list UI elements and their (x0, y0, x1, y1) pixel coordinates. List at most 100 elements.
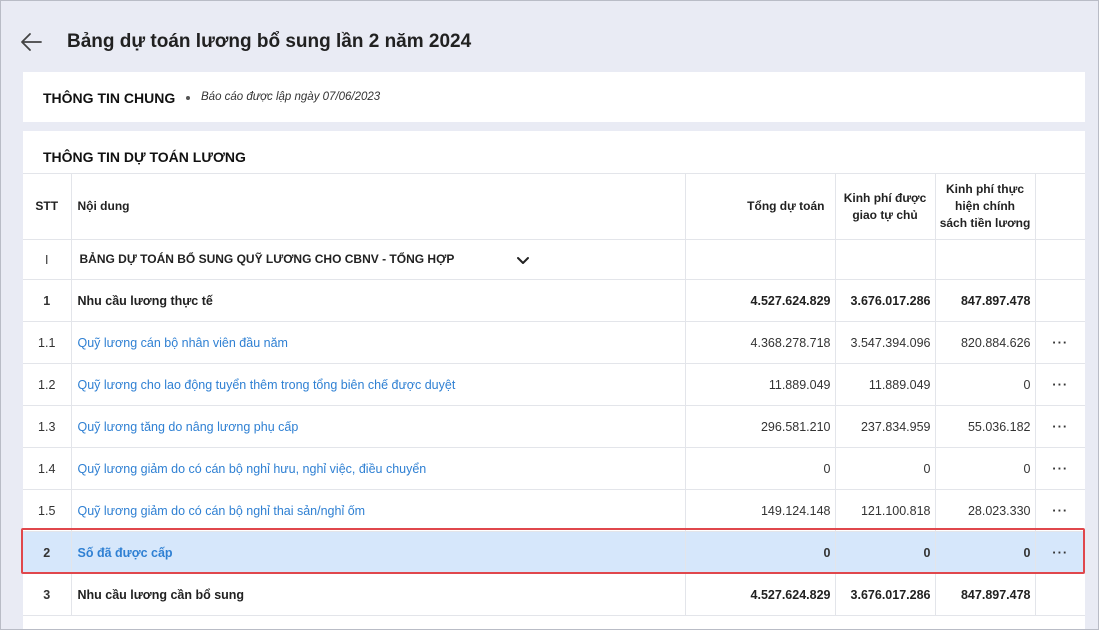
general-info-title: THÔNG TIN CHUNG (43, 90, 176, 106)
col-header-kp-auto: Kinh phí được giao tự chủ (835, 173, 936, 240)
page-header: Bảng dự toán lương bổ sung lần 2 năm 202… (1, 1, 1098, 71)
group-kp-auto-cell (835, 239, 936, 280)
row-content: Quỹ lương cán bộ nhân viên đầu năm (71, 321, 686, 364)
col-header-kp-policy-line2: hiện chính (955, 199, 1015, 213)
table-row: 1 Nhu cầu lương thực tế 4.527.624.829 3.… (23, 279, 1085, 322)
row-content-link[interactable]: Quỹ lương giảm do có cán bộ nghỉ hưu, ng… (78, 462, 427, 476)
col-header-kp-policy-line1: Kinh phí thực (945, 182, 1024, 196)
table-row: 1.5 Quỹ lương giảm do có cán bộ nghỉ tha… (23, 489, 1085, 532)
row-total: 4.527.624.829 (685, 279, 836, 322)
row-content-link[interactable]: Quỹ lương cho lao động tuyển thêm trong … (78, 378, 456, 392)
row-total: 149.124.148 (685, 489, 836, 532)
more-options-icon[interactable]: ··· (1052, 504, 1068, 517)
row-content-link[interactable]: Quỹ lương giảm do có cán bộ nghỉ thai sả… (78, 504, 366, 518)
bullet-dot-icon (186, 96, 190, 100)
budget-info-title: THÔNG TIN DỰ TOÁN LƯƠNG (43, 149, 246, 165)
row-stt: 1.1 (23, 321, 72, 364)
group-stt: I (23, 239, 72, 280)
chevron-down-icon[interactable] (516, 253, 530, 267)
row-total: 4.368.278.718 (685, 321, 836, 364)
row-content: Nhu cầu lương cần bổ sung (71, 573, 686, 616)
row-kp-policy: 55.036.182 (935, 405, 1036, 448)
row-content-text: Nhu cầu lương cần bổ sung (77, 587, 245, 602)
table-row: 1.1 Quỹ lương cán bộ nhân viên đầu năm 4… (23, 321, 1085, 364)
row-content: Quỹ lương tăng do nâng lương phụ cấp (71, 405, 686, 448)
row-content: Quỹ lương giảm do có cán bộ nghỉ hưu, ng… (71, 447, 686, 490)
row-kp-auto: 3.547.394.096 (835, 321, 936, 364)
table-row: 1.3 Quỹ lương tăng do nâng lương phụ cấp… (23, 405, 1085, 448)
row-content: Quỹ lương cho lao động tuyển thêm trong … (71, 363, 686, 406)
col-header-kp-policy: Kinh phí thực hiện chính sách tiền lương (935, 173, 1036, 240)
row-kp-policy: 847.897.478 (935, 279, 1036, 322)
row-actions-cell (1035, 279, 1085, 322)
row-total: 0 (685, 447, 836, 490)
table-row: 3 Nhu cầu lương cần bổ sung 4.527.624.82… (23, 573, 1085, 616)
page-title: Bảng dự toán lương bổ sung lần 2 năm 202… (67, 31, 472, 52)
more-options-icon[interactable]: ··· (1052, 462, 1068, 475)
table-row: 1.4 Quỹ lương giảm do có cán bộ nghỉ hưu… (23, 447, 1085, 490)
row-total: 11.889.049 (685, 363, 836, 406)
row-kp-auto: 121.100.818 (835, 489, 936, 532)
row-stt: 2 (23, 531, 72, 574)
row-kp-auto: 0 (835, 531, 936, 574)
row-actions-cell: ··· (1035, 447, 1085, 490)
row-total: 4.527.624.829 (685, 573, 836, 616)
row-kp-policy: 0 (935, 447, 1036, 490)
col-header-total: Tổng dự toán (685, 173, 836, 240)
group-cell: BẢNG DỰ TOÁN BỔ SUNG QUỸ LƯƠNG CHO CBNV … (71, 239, 686, 280)
col-header-kp-policy-line3: sách tiền lương (939, 216, 1031, 230)
general-info-card: THÔNG TIN CHUNG Báo cáo được lập ngày 07… (23, 72, 1085, 122)
group-actions-cell (1035, 239, 1085, 280)
row-actions-cell (1035, 573, 1085, 616)
row-kp-auto: 11.889.049 (835, 363, 936, 406)
row-kp-auto: 3.676.017.286 (835, 279, 936, 322)
col-header-kp-auto-line2: giao tự chủ (852, 207, 918, 222)
row-content-text: Nhu cầu lương thực tế (77, 293, 213, 308)
row-kp-auto: 237.834.959 (835, 405, 936, 448)
report-date-text: Báo cáo được lập ngày 07/06/2023 (201, 91, 381, 103)
row-kp-auto: 0 (835, 447, 936, 490)
row-content: Nhu cầu lương thực tế (71, 279, 686, 322)
row-content: Quỹ lương giảm do có cán bộ nghỉ thai sả… (71, 489, 686, 532)
row-content-link[interactable]: Quỹ lương tăng do nâng lương phụ cấp (78, 420, 299, 434)
row-stt: 1.3 (23, 405, 72, 448)
row-actions-cell: ··· (1035, 405, 1085, 448)
row-total: 296.581.210 (685, 405, 836, 448)
more-options-icon[interactable]: ··· (1052, 378, 1068, 391)
group-total-cell (685, 239, 836, 280)
more-options-icon[interactable]: ··· (1052, 546, 1068, 559)
back-button[interactable] (19, 29, 45, 55)
row-stt: 1.5 (23, 489, 72, 532)
row-content: Số đã được cấp (71, 531, 686, 574)
row-stt: 3 (23, 573, 72, 616)
row-kp-policy: 847.897.478 (935, 573, 1036, 616)
group-kp-policy-cell (935, 239, 1036, 280)
col-header-actions (1035, 173, 1085, 240)
row-content-link[interactable]: Số đã được cấp (78, 546, 173, 560)
col-header-content: Nội dung (71, 173, 686, 240)
row-content-link[interactable]: Quỹ lương cán bộ nhân viên đầu năm (78, 336, 288, 350)
table-row: 1.2 Quỹ lương cho lao động tuyển thêm tr… (23, 363, 1085, 406)
row-actions-cell: ··· (1035, 321, 1085, 364)
row-stt: 1 (23, 279, 72, 322)
col-header-kp-auto-line1: Kinh phí được (843, 190, 927, 205)
group-label: BẢNG DỰ TOÁN BỔ SUNG QUỸ LƯƠNG CHO CBNV … (79, 252, 455, 267)
row-total: 0 (685, 531, 836, 574)
table-row-selected[interactable]: 2 Số đã được cấp 0 0 0 ··· (23, 531, 1085, 574)
row-stt: 1.2 (23, 363, 72, 406)
arrow-left-icon (21, 33, 42, 51)
budget-info-card: THÔNG TIN DỰ TOÁN LƯƠNG STT Nội dung Tổn… (23, 131, 1085, 629)
table-header-row: STT Nội dung Tổng dự toán Kinh phí được … (23, 173, 1085, 240)
more-options-icon[interactable]: ··· (1052, 420, 1068, 433)
row-stt: 1.4 (23, 447, 72, 490)
row-kp-policy: 0 (935, 531, 1036, 574)
more-options-icon[interactable]: ··· (1052, 336, 1068, 349)
row-kp-auto: 3.676.017.286 (835, 573, 936, 616)
row-kp-policy: 28.023.330 (935, 489, 1036, 532)
row-actions-cell: ··· (1035, 531, 1085, 574)
row-kp-policy: 820.884.626 (935, 321, 1036, 364)
col-header-stt: STT (23, 173, 72, 240)
budget-table: STT Nội dung Tổng dự toán Kinh phí được … (23, 173, 1085, 616)
row-actions-cell: ··· (1035, 489, 1085, 532)
app-window: Bảng dự toán lương bổ sung lần 2 năm 202… (0, 0, 1099, 630)
